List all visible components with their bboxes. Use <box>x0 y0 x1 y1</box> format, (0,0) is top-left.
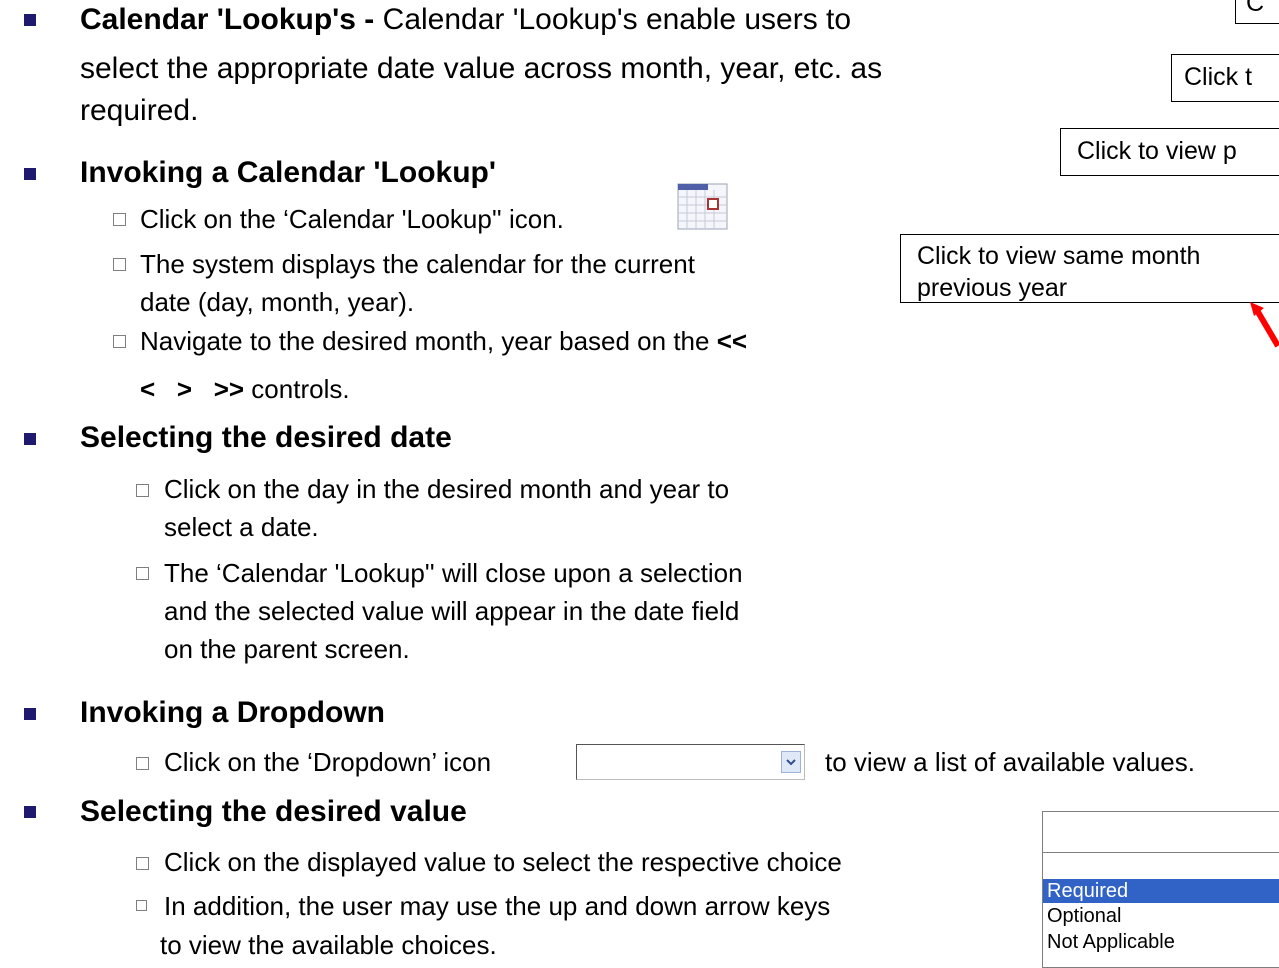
calendar-lookups-line2: select the appropriate date value across… <box>80 52 883 85</box>
selecting-date-title: Selecting the desired date <box>80 421 452 454</box>
bullet-marker <box>24 806 36 818</box>
invoking-dropdown-text-before: Click on the ‘Dropdown’ icon <box>164 747 492 777</box>
bullet-marker <box>24 708 36 720</box>
bullet-marker <box>24 168 36 180</box>
dropdown-option-optional[interactable]: Optional <box>1047 904 1122 928</box>
calendar-icon[interactable] <box>677 183 728 230</box>
sub-bullet-marker <box>136 484 149 497</box>
sub-bullet-marker <box>113 258 126 271</box>
sub-bullet-marker <box>113 335 126 348</box>
callout-text: Click t <box>1184 63 1253 91</box>
sub-bullet-marker <box>113 213 126 226</box>
bullet-marker <box>24 14 36 26</box>
callout-box: Click to view p <box>1060 128 1279 176</box>
selecting-value-item-2b: to view the available choices. <box>160 930 497 960</box>
invoking-calendar-item-3b: < > >> controls. <box>140 370 350 408</box>
invoking-calendar-item-2b: date (day, month, year). <box>140 287 415 317</box>
calendar-lookups-line3: required. <box>80 94 199 127</box>
controls-text: controls. <box>244 374 350 404</box>
selecting-date-item-2b: and the selected value will appear in th… <box>164 596 740 626</box>
selecting-value-title: Selecting the desired value <box>80 795 467 828</box>
invoking-calendar-item-1: Click on the ‘Calendar 'Lookup'' icon. <box>140 204 564 234</box>
bullet-marker <box>24 433 36 445</box>
dropdown-option-required[interactable]: Required <box>1047 879 1128 903</box>
dropdown-list-sample: Required Optional Not Applicable <box>1042 811 1279 968</box>
calendar-lookups-paragraph: Calendar 'Lookup's - Calendar 'Lookup's … <box>80 0 1140 40</box>
invoking-dropdown-title: Invoking a Dropdown <box>80 696 385 729</box>
callout-text: C <box>1246 0 1265 17</box>
callout-box: Click to view same month previous year <box>900 234 1279 303</box>
invoking-calendar-item-2: The system displays the calendar for the… <box>140 249 695 279</box>
selecting-value-item-2: In addition, the user may use the up and… <box>164 891 831 921</box>
dropdown-sample[interactable] <box>576 744 805 780</box>
sub-bullet-marker <box>136 857 149 870</box>
selecting-date-item-2: The ‘Calendar 'Lookup'' will close upon … <box>164 558 743 588</box>
invoking-calendar-item-3: Navigate to the desired month, year base… <box>140 322 747 360</box>
callout-box: Click t <box>1171 54 1279 102</box>
callout-box: C <box>1235 0 1279 24</box>
sub-bullet-marker <box>136 757 149 770</box>
callout-text: Click to view p <box>1077 137 1237 165</box>
selecting-date-item-2c: on the parent screen. <box>164 634 410 664</box>
selecting-date-item-1b: select a date. <box>164 512 319 542</box>
sub-bullet-marker <box>136 900 147 911</box>
navigate-text: Navigate to the desired month, year base… <box>140 326 717 356</box>
selecting-value-item-1: Click on the displayed value to select t… <box>164 847 842 877</box>
calendar-lookups-text: Calendar 'Lookup's enable users to <box>374 3 852 36</box>
nav-controls: < > >> <box>140 374 245 404</box>
dropdown-option-not-applicable[interactable]: Not Applicable <box>1047 930 1175 954</box>
dropdown-arrow-icon[interactable] <box>781 751 801 773</box>
nav-control-prev-year: << <box>716 326 748 356</box>
sub-bullet-marker <box>136 567 149 580</box>
callout-text-line2: previous year <box>917 274 1068 302</box>
calendar-lookups-title: Calendar 'Lookup's - <box>80 3 375 36</box>
invoking-dropdown-text-after: to view a list of available values. <box>825 747 1195 777</box>
red-arrow-icon <box>1250 302 1279 348</box>
invoking-calendar-title: Invoking a Calendar 'Lookup' <box>80 156 496 189</box>
callout-text-line1: Click to view same month <box>917 242 1201 270</box>
dropdown-list-field[interactable] <box>1043 812 1279 853</box>
selecting-date-item-1: Click on the day in the desired month an… <box>164 474 730 504</box>
